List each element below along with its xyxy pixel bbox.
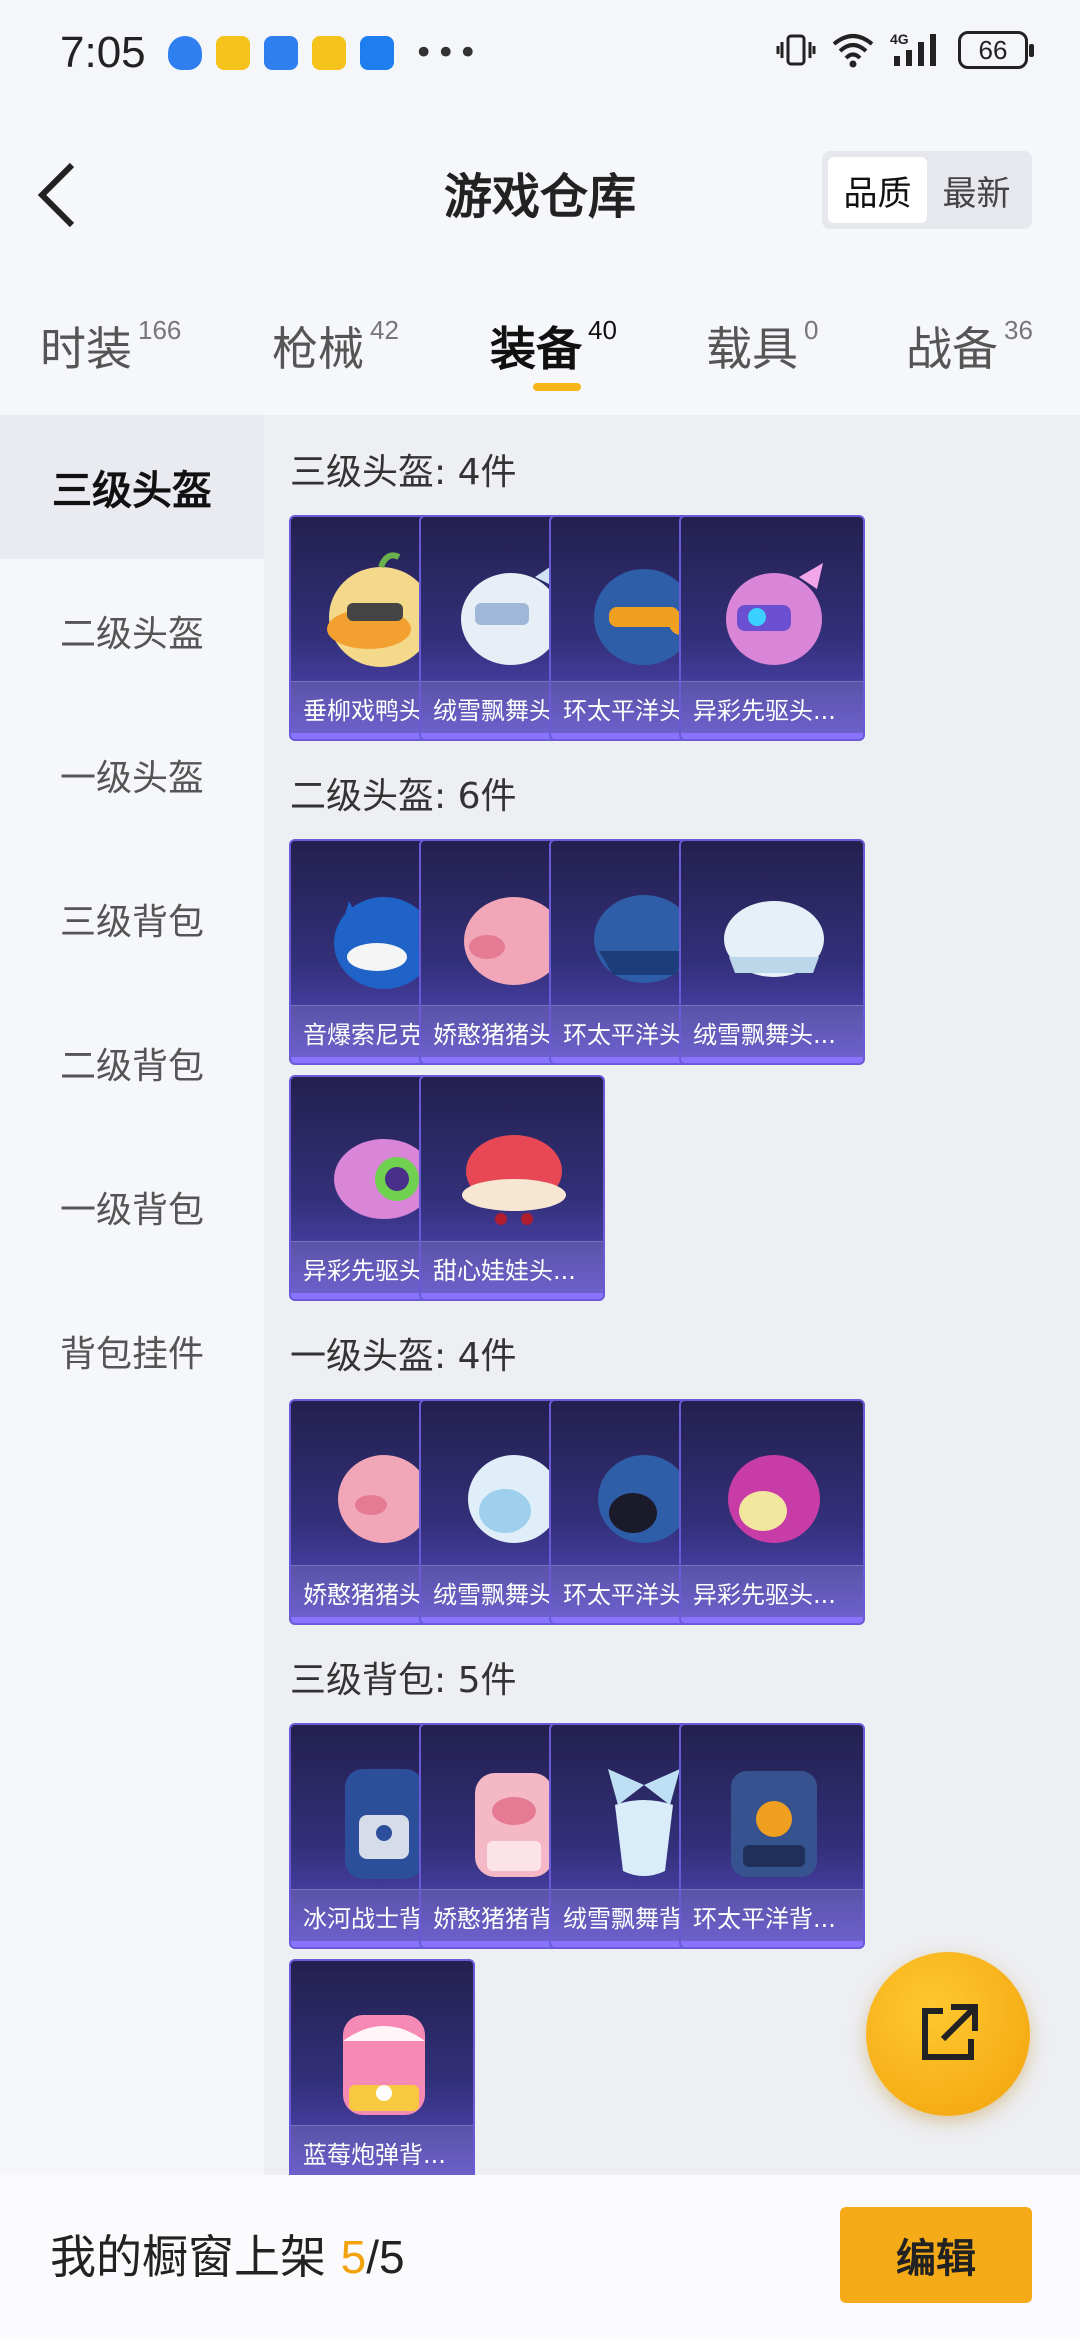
item-card[interactable]: 异彩先驱头... [679, 1399, 865, 1625]
tab-vehicles[interactable]: 载具 0 [706, 313, 818, 379]
tab-label: 时装 [40, 322, 132, 376]
pioneer-helmet-icon [726, 563, 823, 665]
app-notification-icon [215, 35, 250, 70]
external-link-icon [922, 2004, 978, 2060]
pioneer-helmet-icon [728, 1455, 820, 1543]
showcase-total-count: /5 [366, 2231, 405, 2283]
active-tab-indicator [533, 383, 581, 391]
header: 游戏仓库 品质 最新 时装 166 枪械 42 装备 40 载具 0 战备 36 [0, 105, 1080, 415]
pacific-backpack-icon [731, 1771, 817, 1877]
tab-count: 42 [370, 315, 399, 345]
blueberry-backpack-icon [343, 2015, 425, 2115]
section-title-level3-helmet: 三级头盔: 4件 [290, 452, 517, 493]
showcase-status: 我的橱窗上架 5/5 [50, 2221, 405, 2287]
showcase-label: 我的橱窗上架 [50, 2230, 326, 2284]
item-card[interactable]: 蓝莓炮弹背... [289, 1959, 475, 2175]
cat-app-icon [311, 35, 346, 70]
item-name: 环太平洋背... [681, 1889, 863, 1947]
snow-helmet-icon [724, 901, 824, 977]
more-notifications-icon: ••• [413, 32, 480, 73]
tab-label: 战备 [906, 322, 998, 376]
item-card[interactable]: 环太平洋背... [679, 1723, 865, 1949]
sort-toggle: 品质 最新 [822, 151, 1032, 229]
tab-count: 0 [804, 315, 819, 345]
sort-quality-option[interactable]: 品质 [828, 157, 927, 223]
tab-label: 载具 [706, 322, 798, 376]
sort-newest-option[interactable]: 最新 [927, 157, 1026, 223]
edit-button[interactable]: 编辑 [840, 2207, 1032, 2303]
vibrate-icon [776, 34, 816, 66]
wifi-icon [832, 34, 874, 68]
sweetheart-hat-icon [462, 1135, 566, 1225]
sidebar-item-level1-helmet[interactable]: 一级头盔 [0, 703, 264, 847]
cellular-signal-icon: 4G [890, 31, 936, 66]
item-name: 异彩先驱头... [681, 1565, 863, 1623]
quality-bar [681, 733, 863, 739]
category-tabs: 时装 166 枪械 42 装备 40 载具 0 战备 36 [0, 295, 1080, 405]
section-title-level2-helmet: 二级头盔: 6件 [290, 776, 517, 817]
tab-count: 36 [1004, 315, 1033, 345]
item-card[interactable]: 甜心娃娃头... [419, 1075, 605, 1301]
quality-bar [681, 1617, 863, 1623]
item-card[interactable]: 异彩先驱头... [679, 515, 865, 741]
tab-count: 166 [138, 315, 182, 345]
tab-weapons[interactable]: 枪械 42 [272, 313, 399, 379]
item-name: 甜心娃娃头... [421, 1241, 603, 1299]
item-name: 蓝莓炮弹背... [291, 2125, 473, 2175]
item-name: 异彩先驱头... [681, 681, 863, 739]
sidebar-item-level3-helmet[interactable]: 三级头盔 [0, 415, 264, 559]
item-grid-area: 三级头盔: 4件 垂柳戏鸭头... 绒雪飘舞头... 环太平洋头... 异彩先驱… [264, 415, 1080, 2175]
bottom-bar: 我的橱窗上架 5/5 编辑 [0, 2175, 1080, 2340]
quality-bar [681, 1941, 863, 1947]
status-time: 7:05 [60, 27, 146, 77]
section-title-level1-helmet: 一级头盔: 4件 [290, 1336, 517, 1377]
sidebar-item-level1-backpack[interactable]: 一级背包 [0, 1135, 264, 1279]
check-shield-icon [263, 35, 298, 70]
tab-fashion[interactable]: 时装 166 [40, 313, 181, 379]
tab-label: 枪械 [272, 322, 364, 376]
tab-count: 40 [588, 315, 617, 345]
tab-equipment[interactable]: 装备 40 [490, 313, 617, 379]
quality-bar [681, 1057, 863, 1063]
tab-label: 装备 [490, 322, 582, 376]
svg-text:4G: 4G [890, 31, 909, 47]
item-card[interactable]: 绒雪飘舞头... [679, 839, 865, 1065]
status-bar: 7:05 ••• 4G 66 [0, 0, 1080, 105]
battery-icon: 66 [958, 31, 1034, 69]
section-title-level3-backpack: 三级背包: 5件 [290, 1660, 517, 1701]
sidebar: 三级头盔 二级头盔 一级头盔 三级背包 二级背包 一级背包 背包挂件 [0, 415, 264, 2175]
shield-app-icon [167, 35, 202, 70]
item-name: 绒雪飘舞头... [681, 1005, 863, 1063]
showcase-current-count: 5 [340, 2231, 367, 2283]
tag-app-icon [359, 35, 394, 70]
share-button[interactable] [866, 1952, 1030, 2116]
sidebar-item-level2-helmet[interactable]: 二级头盔 [0, 559, 264, 703]
sidebar-item-level3-backpack[interactable]: 三级背包 [0, 847, 264, 991]
tab-gear[interactable]: 战备 36 [906, 313, 1033, 379]
sidebar-item-backpack-charm[interactable]: 背包挂件 [0, 1279, 264, 1423]
sidebar-item-level2-backpack[interactable]: 二级背包 [0, 991, 264, 1135]
quality-bar [421, 1293, 603, 1299]
